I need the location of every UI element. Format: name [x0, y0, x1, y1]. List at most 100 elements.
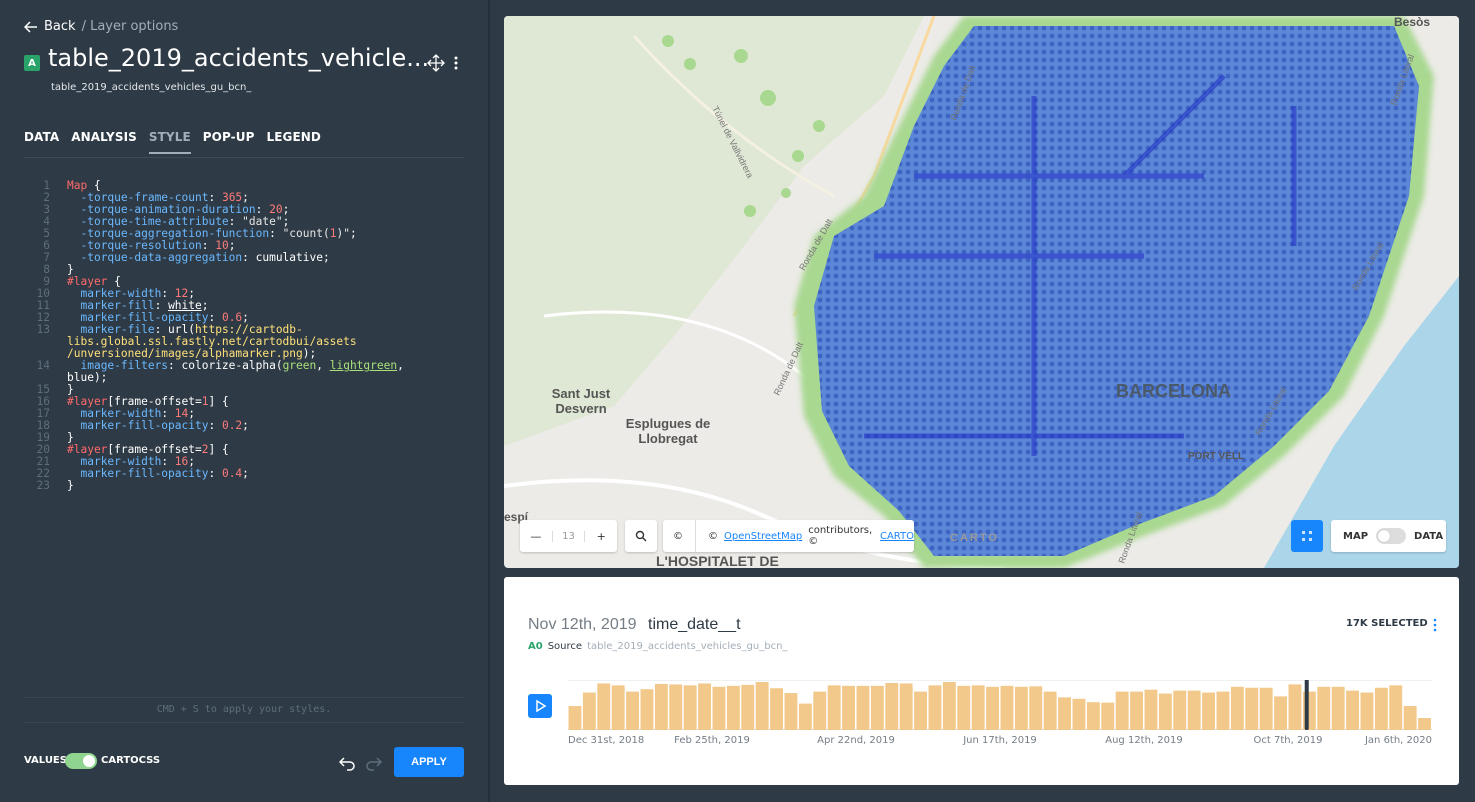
histogram-bar[interactable] [986, 686, 999, 730]
histogram[interactable] [568, 680, 1432, 730]
play-button[interactable] [528, 694, 552, 718]
histogram-bar[interactable] [1288, 684, 1302, 730]
histogram-bar[interactable] [1043, 691, 1057, 730]
histogram-bar[interactable] [1014, 686, 1028, 730]
move-icon[interactable] [427, 54, 445, 72]
histogram-bar[interactable] [1331, 686, 1345, 730]
layer-title[interactable]: table_2019_accidents_vehicle... [48, 44, 429, 72]
values-cartocss-toggle[interactable] [65, 753, 97, 769]
osm-link[interactable]: OpenStreetMap [724, 531, 802, 542]
histogram-bar[interactable] [914, 691, 927, 730]
map-search-button[interactable] [625, 520, 657, 552]
zoom-out-button[interactable]: — [520, 530, 552, 543]
histogram-bar[interactable] [712, 686, 726, 730]
histogram-bar[interactable] [1072, 698, 1086, 730]
histogram-bar[interactable] [582, 692, 596, 730]
histogram-bar[interactable] [1029, 686, 1043, 730]
histogram-bar[interactable] [1144, 689, 1158, 730]
histogram-bar[interactable] [1187, 690, 1201, 730]
zoom-in-button[interactable]: + [585, 530, 617, 543]
histogram-bar[interactable] [899, 683, 913, 730]
histogram-bar[interactable] [1360, 692, 1374, 730]
histogram-bar[interactable] [1000, 685, 1014, 730]
histogram-bar[interactable] [726, 685, 740, 730]
histogram-bar[interactable] [1230, 686, 1244, 730]
widget-source: A0 Source table_2019_accidents_vehicles_… [528, 641, 787, 652]
map-options-button[interactable] [1291, 520, 1323, 552]
histogram-bar[interactable] [568, 706, 582, 730]
label-barcelona: BARCELONA [1116, 381, 1231, 401]
tab-legend[interactable]: LEGEND [266, 130, 321, 154]
tab-data[interactable]: DATA [24, 130, 59, 154]
histogram-bar[interactable] [1101, 702, 1115, 730]
widget-more-icon[interactable] [1431, 618, 1439, 632]
cartocss-label: CARTOCSS [101, 755, 161, 766]
cartocss-editor[interactable]: 1 2 3 4 5 6 7 8 9 10 11 12 13 14 15 16 17 18 19 20 21 22 23 Ma… [24, 180, 464, 685]
histogram-bar[interactable] [957, 685, 971, 730]
histogram-bar[interactable] [1389, 685, 1403, 730]
histogram-bar[interactable] [1130, 691, 1143, 730]
map-canvas[interactable]: BARCELONA Sant Just Desvern Esplugues de L… [504, 16, 1459, 568]
undo-icon[interactable] [338, 754, 356, 772]
timeline-playhead[interactable] [1304, 680, 1309, 730]
code-content[interactable]: Map { -torque-frame-count: 365; -torque-… [67, 180, 404, 492]
histogram-bar[interactable] [928, 685, 942, 730]
histogram-bar[interactable] [597, 683, 611, 730]
histogram-bar[interactable] [971, 685, 985, 730]
arrow-left-icon [24, 20, 37, 33]
histogram-bar[interactable] [1216, 691, 1230, 730]
attribution-toggle[interactable]: © [673, 531, 683, 542]
histogram-bar[interactable] [1086, 702, 1100, 730]
label-sant-just: Sant Just Desvern [552, 386, 611, 416]
histogram-bar[interactable] [1274, 696, 1287, 730]
more-options-icon[interactable] [450, 54, 462, 72]
carto-logo: CARTO [950, 532, 999, 544]
map-view[interactable]: BARCELONA Sant Just Desvern Esplugues de L… [504, 16, 1459, 568]
map-data-toggle[interactable]: MAP DATA [1331, 520, 1446, 552]
histogram-bar[interactable] [1403, 706, 1417, 730]
histogram-bar[interactable] [856, 685, 870, 730]
histogram-bar[interactable] [1346, 690, 1359, 730]
tab-analysis[interactable]: ANALYSIS [71, 130, 137, 154]
histogram-bar[interactable] [942, 682, 956, 730]
source-name: table_2019_accidents_vehicles_gu_bcn_ [587, 641, 788, 652]
histogram-bar[interactable] [1245, 687, 1259, 730]
histogram-bar[interactable] [1259, 687, 1273, 730]
histogram-bar[interactable] [827, 685, 841, 730]
histogram-bar[interactable] [669, 684, 683, 730]
histogram-bar[interactable] [770, 688, 783, 730]
redo-icon[interactable] [365, 754, 383, 772]
values-label: VALUES [24, 755, 67, 766]
histogram-bar[interactable] [1115, 691, 1129, 730]
histogram-bar[interactable] [813, 691, 827, 730]
histogram-bar[interactable] [755, 682, 769, 730]
histogram-bar[interactable] [683, 685, 697, 730]
histogram-bar[interactable] [1158, 693, 1172, 730]
histogram-bar[interactable] [741, 684, 755, 730]
histogram-bar[interactable] [784, 693, 798, 730]
tab-style[interactable]: STYLE [148, 130, 191, 154]
histogram-bar[interactable] [640, 689, 654, 730]
map-data-switch[interactable] [1376, 528, 1407, 544]
back-link[interactable]: Back / Layer options [24, 19, 178, 34]
histogram-bar[interactable] [1202, 692, 1215, 730]
play-icon [536, 699, 547, 713]
histogram-bar[interactable] [842, 685, 855, 730]
tab-pop-up[interactable]: POP-UP [203, 130, 255, 154]
histogram-bar[interactable] [885, 682, 899, 730]
histogram-bar[interactable] [626, 691, 639, 730]
histogram-bar[interactable] [611, 685, 625, 730]
histogram-bar[interactable] [870, 685, 884, 730]
histogram-bar[interactable] [1374, 687, 1388, 730]
histogram-bar[interactable] [798, 703, 812, 730]
histogram-bar[interactable] [1317, 686, 1331, 730]
histogram-bar[interactable] [1418, 718, 1431, 730]
x-axis-label: Oct 7th, 2019 [1253, 735, 1323, 746]
tabs-divider [24, 157, 464, 158]
histogram-bar[interactable] [654, 683, 668, 730]
histogram-bar[interactable] [1173, 690, 1187, 730]
histogram-bar[interactable] [1058, 697, 1071, 730]
histogram-bar[interactable] [698, 683, 711, 730]
carto-link[interactable]: CARTO [880, 531, 914, 542]
apply-button[interactable]: APPLY [394, 747, 464, 777]
